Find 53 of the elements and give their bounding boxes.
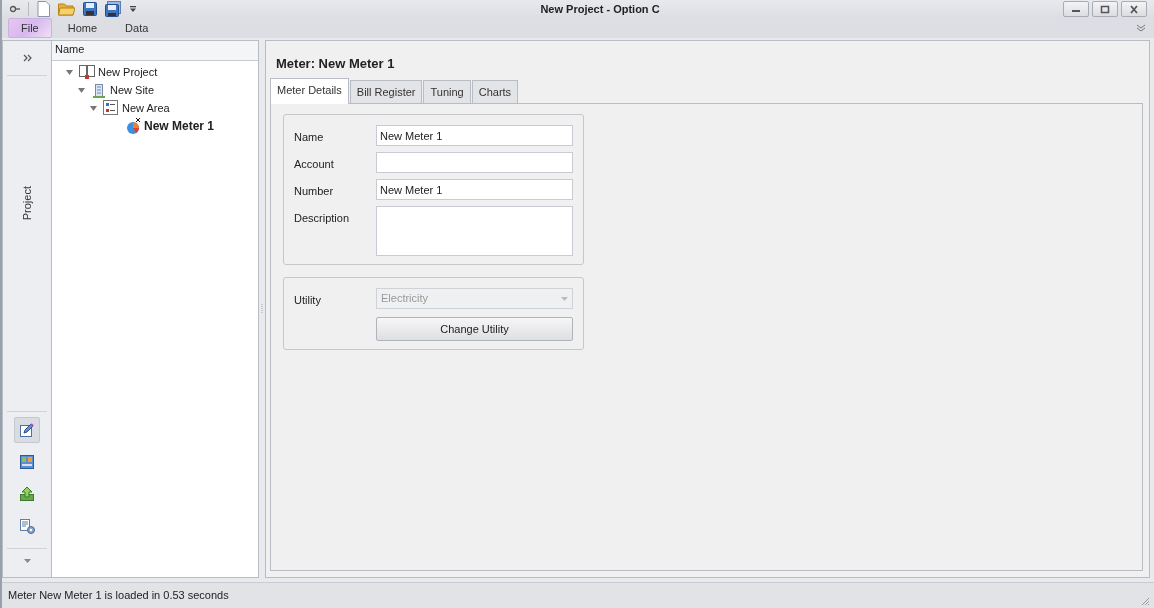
caret-icon — [561, 296, 568, 301]
input-field[interactable]: New Meter 1 — [376, 125, 573, 146]
save-all-icon[interactable] — [105, 1, 121, 17]
dropdown-value: Electricity — [381, 291, 429, 307]
edit-icon — [19, 422, 35, 438]
tab[interactable]: Tuning — [423, 79, 471, 103]
window-title: New Project - Option C — [539, 1, 661, 17]
field-label: Description — [294, 211, 351, 226]
field-label: Name — [294, 130, 325, 145]
tab[interactable]: Bill Register — [349, 79, 423, 103]
tree-item[interactable]: New Meter 1 — [144, 117, 215, 135]
collapse-arrow-icon[interactable] — [90, 104, 97, 112]
file-menu-button[interactable]: File — [8, 17, 52, 39]
tab[interactable]: Charts — [471, 79, 519, 103]
ribbon-tab[interactable]: Home — [55, 18, 110, 38]
book-icon — [79, 64, 95, 80]
collapse-arrow-icon[interactable] — [66, 68, 73, 76]
folder-icon[interactable] — [58, 2, 75, 16]
field-label: Account — [294, 157, 335, 172]
tree-item[interactable]: New Project — [98, 63, 158, 81]
close-button[interactable] — [1121, 1, 1147, 17]
building-icon — [91, 82, 107, 98]
minimize-button[interactable] — [1063, 1, 1089, 17]
status-text: Meter New Meter 1 is loaded in 0.53 seconds — [8, 588, 229, 604]
tab[interactable]: Meter Details — [270, 77, 349, 104]
maximize-icon — [1100, 4, 1110, 14]
app-icon[interactable] — [10, 5, 20, 13]
resize-grip-icon[interactable] — [1141, 597, 1150, 606]
ribbon-tab[interactable]: Data — [113, 18, 161, 38]
settings-icon — [19, 518, 35, 534]
input-field[interactable]: New Meter 1 — [376, 179, 573, 200]
upload-icon — [19, 486, 35, 502]
layout-icon — [19, 454, 35, 470]
save-icon[interactable] — [83, 2, 97, 16]
close-icon — [1129, 4, 1139, 14]
list-icon — [103, 100, 119, 116]
nav-pane-label: Project — [19, 186, 34, 221]
field-label: Number — [294, 184, 335, 199]
double-chevron-icon — [22, 54, 32, 62]
column-header[interactable]: Name — [55, 43, 85, 55]
panel-title: Meter: New Meter 1 — [275, 55, 396, 73]
tree-item[interactable]: New Area — [122, 99, 170, 117]
dropdown-icon[interactable] — [129, 5, 137, 13]
tree-item[interactable]: New Site — [110, 81, 155, 99]
field-label: Utility — [294, 293, 322, 308]
maximize-button[interactable] — [1092, 1, 1118, 17]
input-field[interactable] — [376, 152, 573, 173]
nav-pane-button[interactable] — [14, 417, 40, 443]
more-icon[interactable] — [23, 559, 31, 563]
pie-chart-icon — [125, 118, 141, 134]
new-file-icon[interactable] — [37, 1, 50, 17]
collapse-arrow-icon[interactable] — [78, 86, 85, 94]
collapse-ribbon-icon[interactable] — [1136, 24, 1146, 32]
